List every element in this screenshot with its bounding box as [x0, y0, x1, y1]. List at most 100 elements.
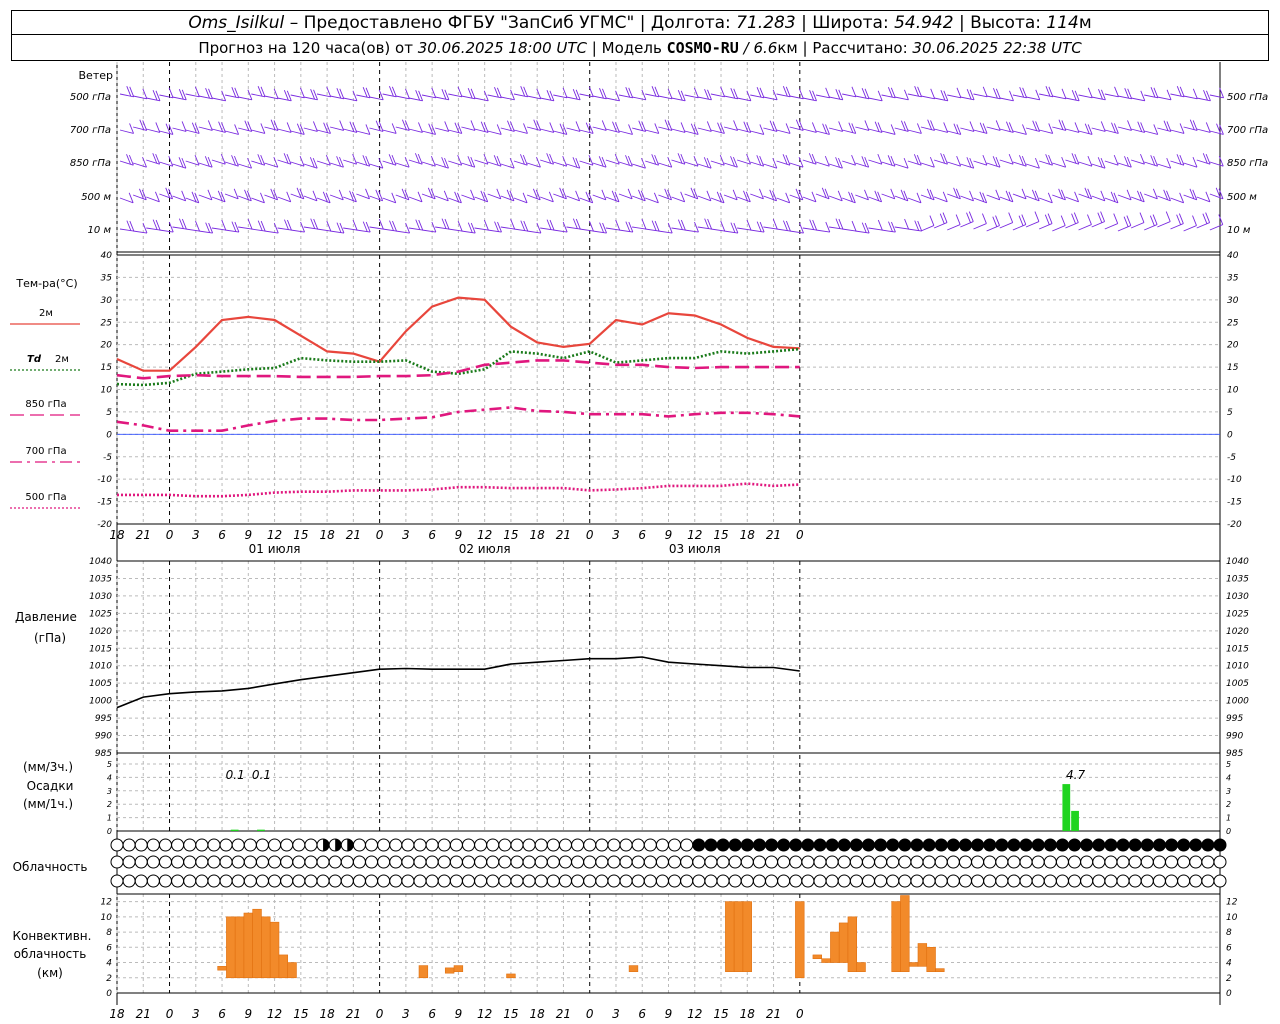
cloud-symbol [1189, 855, 1203, 869]
wind-barb [815, 161, 830, 167]
precip-ytick: 0 [107, 827, 112, 836]
wind-barb [894, 226, 909, 230]
wind-barb [658, 162, 672, 168]
wind-barb-feather [759, 124, 765, 135]
wind-barb [658, 95, 673, 100]
cloud-symbol [825, 838, 839, 852]
cloud-symbol [558, 838, 572, 852]
wind-barb [1170, 160, 1184, 166]
cloud-symbol [571, 874, 585, 888]
wind-barb [671, 97, 686, 102]
wind-barb [356, 161, 370, 167]
cloud-symbol [837, 874, 851, 888]
time-tick-label: 21 [136, 528, 151, 542]
pressure-ytick-right: 1005 [1226, 679, 1249, 689]
wind-barb [172, 127, 187, 132]
cloud-symbol [1068, 855, 1082, 869]
wind-barb-feather [1192, 88, 1198, 99]
conv-ytick-right: 0 [1226, 989, 1232, 999]
pressure-ytick: 990 [95, 732, 112, 742]
cloud-symbol [874, 838, 888, 852]
wind-barb-feather [1166, 89, 1172, 100]
wind-barb [868, 97, 883, 102]
wind-barb [133, 95, 147, 100]
cloud-symbol [692, 838, 706, 852]
cloud-symbol [134, 838, 148, 852]
cloud-symbol [255, 838, 269, 852]
cloud-symbol [1104, 874, 1118, 888]
wind-barb-feather [1205, 122, 1211, 133]
cloud-symbol [474, 855, 488, 869]
cloud-symbol [886, 855, 900, 869]
cloud-symbol [401, 855, 415, 869]
precip-ytick-right: 4 [1226, 773, 1231, 782]
wind-barb-feather [523, 123, 528, 134]
wind-barb [356, 229, 371, 233]
wind-barb [369, 127, 384, 132]
cloud-symbol [510, 874, 524, 888]
cloud-symbol [813, 838, 827, 852]
wind-barb [198, 126, 213, 131]
conv-unit: (км) [37, 966, 63, 980]
cloud-symbol [462, 838, 476, 852]
wind-barb-feather [1192, 215, 1197, 226]
cloud-symbol [171, 855, 185, 869]
wind-barb-feather [969, 121, 975, 132]
wind-barb [395, 230, 410, 234]
cloud-symbol [1019, 855, 1033, 869]
conv-bar [733, 901, 744, 972]
wind-barb [264, 162, 278, 168]
time-tick-label-bottom: 0 [376, 1007, 384, 1021]
cloud-symbol [668, 874, 682, 888]
cloud-symbol [462, 855, 476, 869]
cloud-symbol [183, 838, 197, 852]
wind-barb [1078, 224, 1092, 231]
wind-barb [421, 94, 436, 99]
wind-barb [829, 226, 843, 230]
wind-barb [684, 130, 699, 135]
cloud-symbol [789, 838, 803, 852]
wind-barb [1117, 162, 1132, 168]
wind-barb [645, 228, 660, 232]
wind-barb [1012, 224, 1026, 231]
wind-barb [1130, 128, 1145, 133]
cloud-symbol [777, 874, 791, 888]
wind-barb-feather [851, 86, 857, 97]
cloud-symbol [934, 838, 948, 852]
time-tick-label: 0 [166, 528, 174, 542]
cloud-symbol [558, 855, 572, 869]
precip-unit-1h: (мм/1ч.) [23, 797, 73, 811]
conv-ytick-right: 2 [1226, 974, 1232, 984]
wind-barb-feather [1087, 214, 1092, 225]
wind-barb [185, 93, 200, 98]
precip-bar [230, 829, 239, 831]
wind-barb-feather [929, 215, 935, 226]
cloud-symbol [437, 855, 451, 869]
wind-barb [868, 159, 882, 165]
cloud-symbol [449, 874, 463, 888]
wind-barb [251, 228, 266, 232]
wind-barb [947, 130, 961, 135]
cloud-symbol [971, 874, 985, 888]
temp-ytick-right: 10 [1227, 386, 1239, 396]
cloud-symbol [243, 855, 257, 869]
wind-barb [815, 94, 830, 99]
wind-barb [303, 96, 318, 101]
wind-barb-feather [181, 121, 187, 132]
cloud-symbol [946, 855, 960, 869]
temp-legend-label: 2м [39, 308, 53, 319]
wind-barb [329, 126, 344, 131]
conv-bar [908, 962, 919, 967]
temp-ytick-right: 40 [1227, 251, 1239, 261]
cloud-symbol [462, 874, 476, 888]
time-tick-label-bottom: 12 [477, 1007, 492, 1021]
wind-barb [1170, 129, 1185, 134]
cloud-symbol [1007, 838, 1021, 852]
wind-barb [1104, 129, 1119, 134]
cloud-symbol [1201, 838, 1215, 852]
wind-barb [592, 126, 607, 131]
wind-barb [487, 229, 502, 233]
cloud-symbol [910, 838, 924, 852]
wind-barb-feather [654, 123, 660, 134]
cloud-symbol-half [335, 839, 342, 851]
